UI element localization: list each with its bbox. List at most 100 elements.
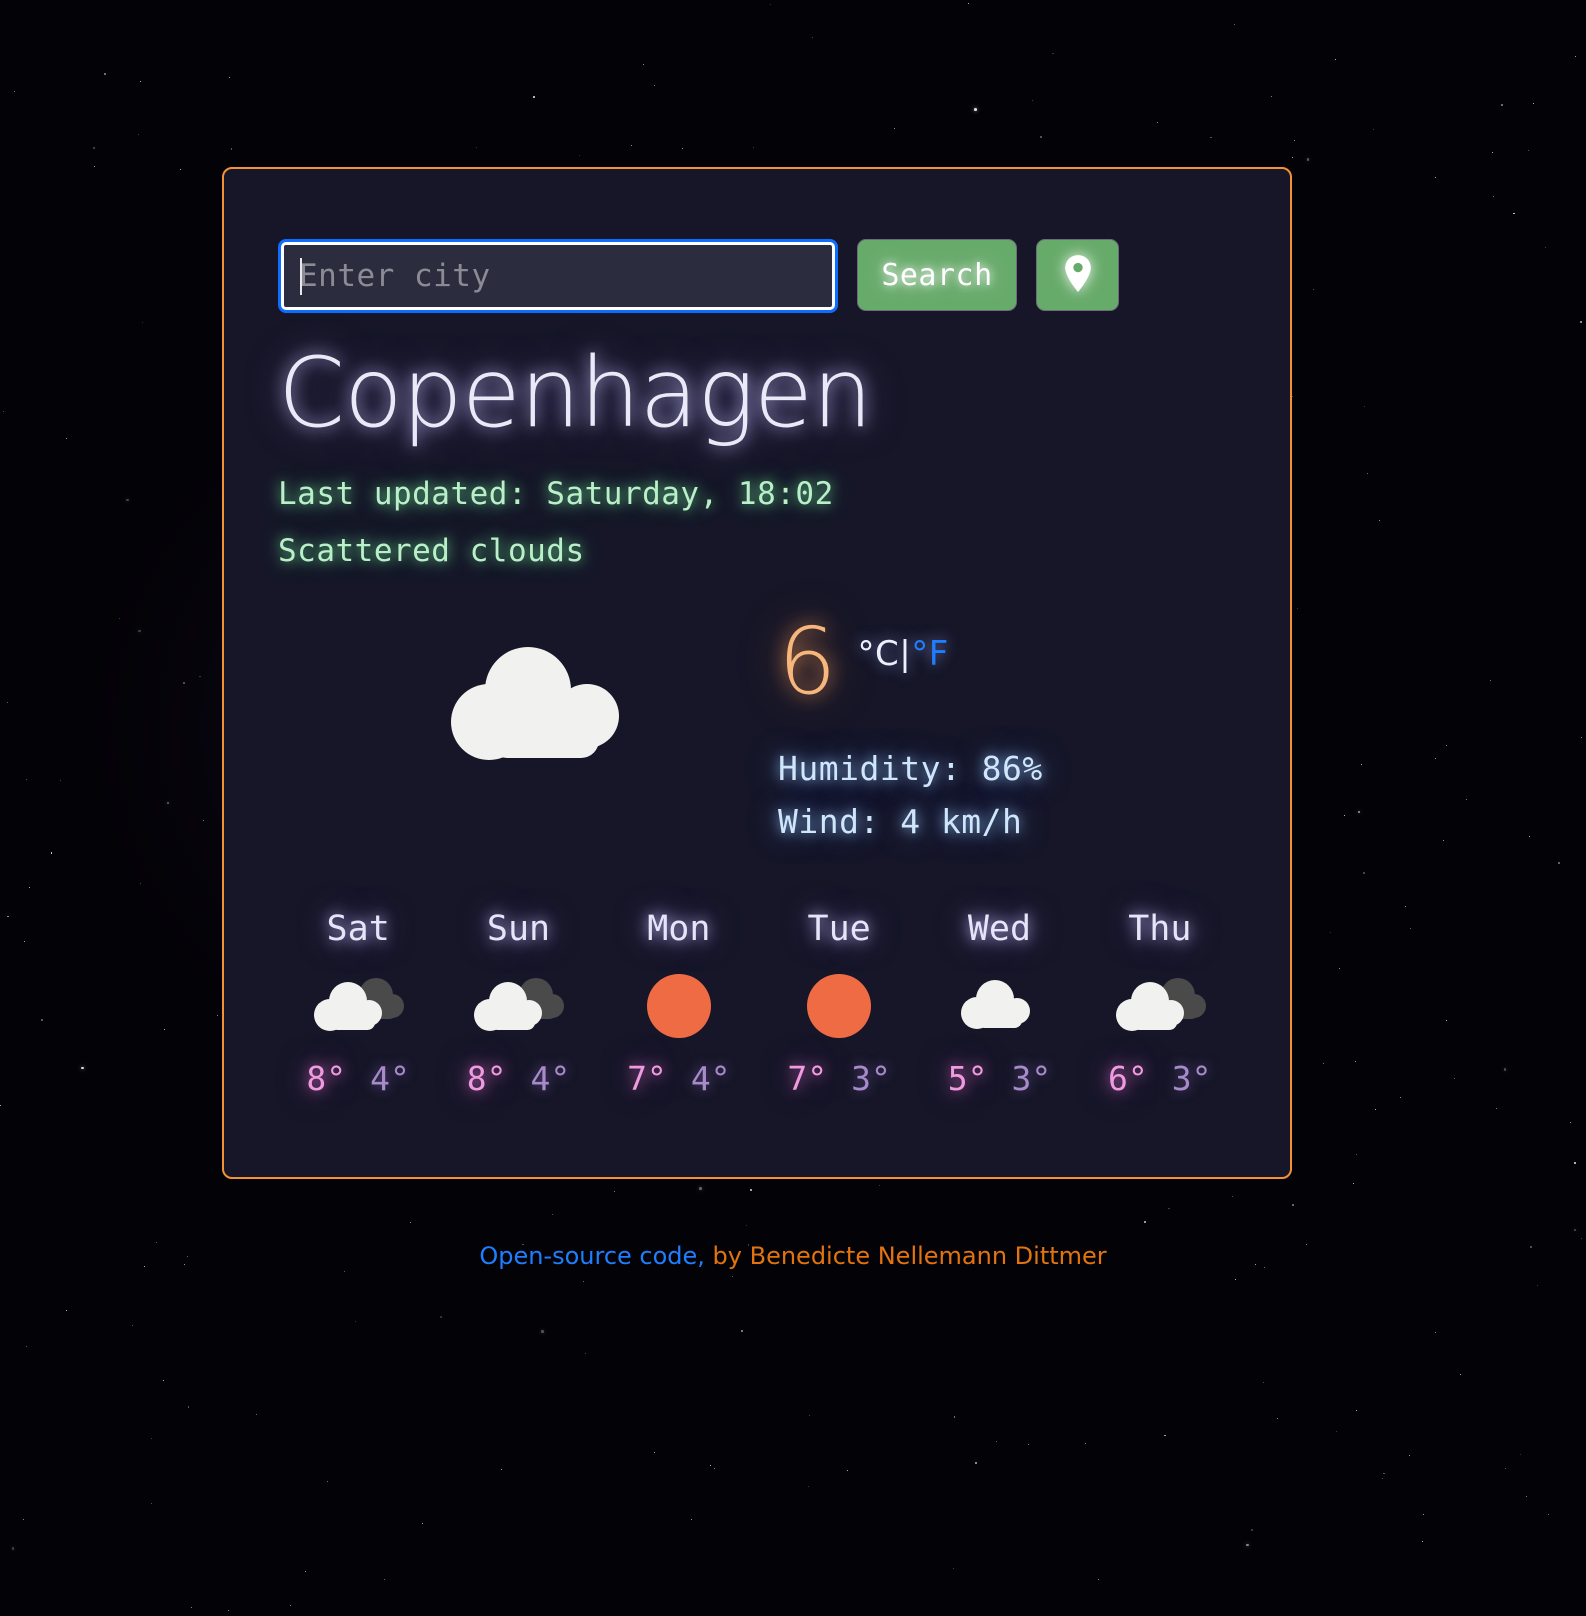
forecast-day-name: Wed (967, 909, 1032, 949)
search-input[interactable] (278, 239, 838, 313)
star (26, 778, 28, 780)
star (187, 1405, 190, 1408)
star (65, 1310, 67, 1312)
humidity-value: Humidity: 86% (778, 748, 1043, 788)
broken-clouds-icon (312, 963, 405, 1049)
temperature-line: 6 °C|°F (778, 616, 1043, 708)
star (1573, 1228, 1577, 1232)
star (138, 629, 141, 633)
star (1537, 1285, 1539, 1287)
star (150, 1502, 152, 1504)
star (614, 1191, 616, 1193)
star (1366, 473, 1368, 475)
fahrenheit-link[interactable]: °F (911, 634, 949, 674)
star (1027, 1443, 1029, 1445)
star (1353, 1183, 1355, 1185)
star (343, 1270, 346, 1273)
open-source-link[interactable]: Open-source code, (479, 1242, 705, 1270)
forecast-max-temp: 6° (1108, 1059, 1148, 1098)
star (1246, 1543, 1249, 1547)
scattered-clouds-icon (444, 640, 640, 766)
star (1031, 99, 1033, 101)
star (975, 1462, 978, 1465)
star (132, 1325, 134, 1327)
star (1356, 1154, 1358, 1156)
star (1270, 96, 1272, 98)
star (1434, 757, 1436, 759)
star (1313, 288, 1315, 290)
star (1581, 737, 1583, 739)
star (745, 1224, 747, 1226)
star (28, 887, 30, 889)
star (1501, 104, 1503, 106)
star (1408, 1455, 1410, 1457)
current-conditions: 6 °C|°F Humidity: 86% Wind: 4 km/h (278, 616, 1290, 858)
forecast-day: Wed 5° 3° (919, 909, 1079, 1098)
star (202, 820, 204, 822)
star (1343, 815, 1345, 817)
star (228, 77, 230, 79)
temperature-block: 6 °C|°F Humidity: 86% Wind: 4 km/h (778, 616, 1043, 848)
forecast-min-temp: 3° (1171, 1059, 1212, 1098)
unit-toggle: °C|°F (858, 634, 949, 674)
star (812, 37, 814, 39)
forecast-day-name: Tue (807, 909, 871, 949)
star (11, 1547, 15, 1550)
forecast-max-temp: 8° (306, 1059, 347, 1098)
star (142, 321, 144, 323)
star (126, 498, 129, 502)
star (1443, 839, 1445, 841)
forecast-temps: 6° 3° (1108, 1059, 1212, 1098)
celsius-unit[interactable]: °C (858, 634, 900, 674)
forecast-min-temp: 4° (530, 1059, 571, 1098)
star (166, 801, 170, 805)
star (974, 108, 977, 111)
star (304, 1570, 306, 1572)
star (995, 1441, 997, 1443)
star (7, 702, 9, 704)
star (653, 84, 655, 86)
star (290, 1605, 292, 1607)
star (1459, 1373, 1461, 1375)
star (1296, 608, 1298, 610)
star (1168, 1207, 1171, 1210)
star (584, 1353, 586, 1355)
star (256, 1414, 258, 1416)
forecast-day: Mon 7° 4° (599, 909, 759, 1098)
search-button[interactable]: Search (857, 239, 1017, 311)
star (1210, 136, 1212, 139)
star (2, 411, 4, 413)
star (0, 1105, 2, 1107)
star (1233, 24, 1235, 26)
star (750, 1188, 752, 1191)
star (198, 675, 201, 678)
star (1364, 405, 1366, 407)
clear-sky-icon (644, 963, 714, 1049)
star (1446, 744, 1448, 746)
star (409, 1222, 411, 1224)
forecast-min-temp: 3° (851, 1059, 891, 1098)
forecast-day: Thu 6° 3° (1080, 909, 1240, 1098)
star (1363, 872, 1365, 874)
star (1493, 196, 1495, 198)
star (327, 1481, 329, 1483)
wind-value: Wind: 4 km/h (778, 802, 1023, 842)
star (1491, 151, 1493, 153)
search-input-wrapper (278, 239, 838, 313)
star (190, 1607, 192, 1609)
star (151, 1437, 153, 1439)
star (23, 940, 25, 942)
search-form: Search (278, 239, 1290, 315)
star (1383, 1472, 1386, 1475)
star (1532, 102, 1534, 104)
star (1235, 1278, 1237, 1280)
star (26, 1345, 28, 1347)
star (769, 3, 771, 5)
current-location-button[interactable] (1036, 239, 1119, 311)
star (532, 96, 535, 99)
star (500, 1468, 502, 1470)
weather-meta: Last updated: Saturday, 18:02 Scattered … (278, 466, 1290, 581)
map-pin-icon (1061, 254, 1095, 297)
page-root: Search Copenhagen Last updated: Saturday… (0, 0, 1586, 1616)
forecast-min-temp: 4° (690, 1059, 731, 1098)
